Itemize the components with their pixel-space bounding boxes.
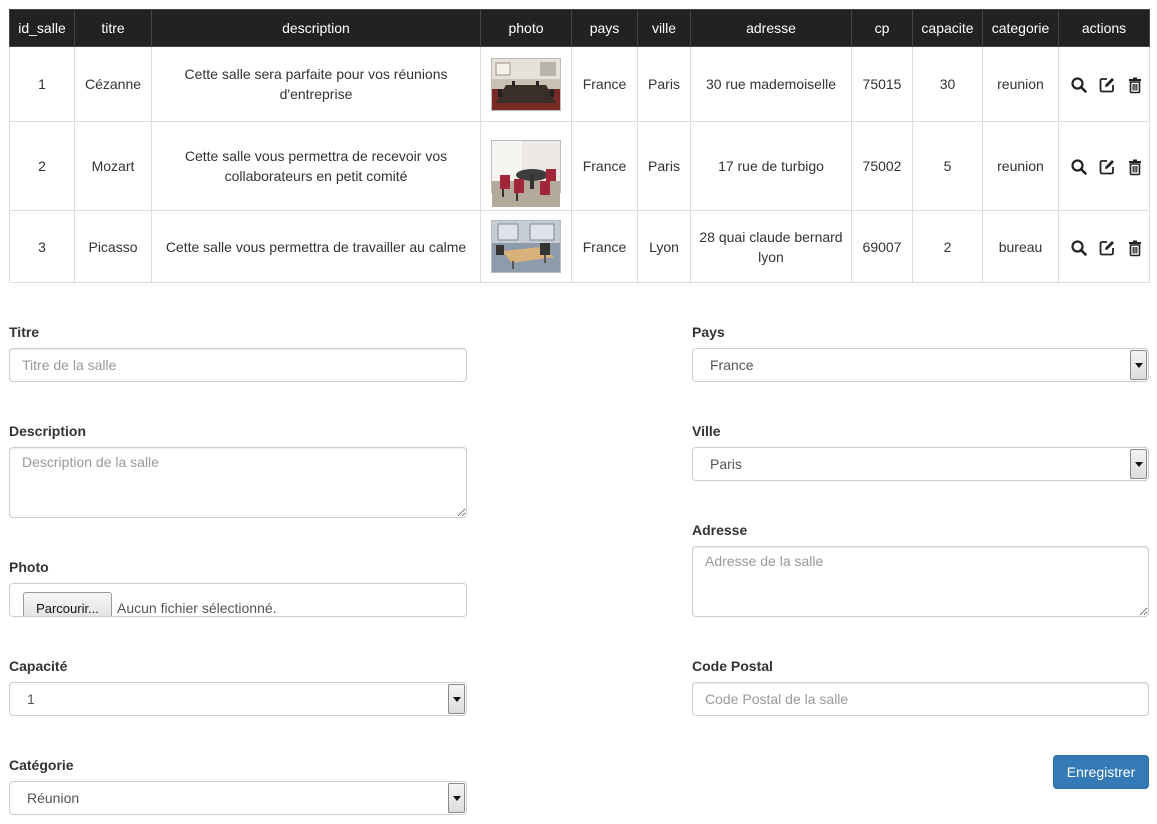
col-header-titre: titre [74, 9, 152, 47]
cell-ville: Paris [637, 121, 691, 211]
edit-icon[interactable] [1098, 239, 1116, 257]
cell-ville: Paris [637, 46, 691, 122]
table-row: 1 Cézanne Cette salle sera parfaite pour… [9, 46, 1150, 122]
cell-cp: 69007 [851, 210, 913, 283]
chevron-down-icon[interactable] [448, 684, 465, 714]
categorie-select-value: Réunion [27, 790, 80, 806]
chevron-down-icon[interactable] [1130, 350, 1147, 380]
cell-actions [1058, 210, 1150, 283]
cell-cp: 75015 [851, 46, 913, 122]
cell-capacite: 30 [912, 46, 983, 122]
file-name-text: Aucun fichier sélectionné. [117, 600, 277, 616]
categorie-label: Catégorie [9, 757, 74, 773]
capacite-field-group: Capacité 1 [9, 658, 467, 716]
photo-file-input: Parcourir... Aucun fichier sélectionné. [9, 583, 467, 617]
cell-photo [480, 210, 572, 283]
cell-photo [480, 121, 572, 211]
capacite-select[interactable]: 1 [9, 682, 467, 716]
description-field-group: Description [9, 423, 467, 521]
categorie-select[interactable]: Réunion [9, 781, 467, 815]
cell-categorie: bureau [982, 210, 1059, 283]
col-header-ville: ville [637, 9, 691, 47]
col-header-description: description [151, 9, 481, 47]
search-icon[interactable] [1070, 239, 1088, 257]
cell-titre: Mozart [74, 121, 152, 211]
cell-cp: 75002 [851, 121, 913, 211]
cell-ville: Lyon [637, 210, 691, 283]
search-icon[interactable] [1070, 76, 1088, 94]
table-row: 3 Picasso Cette salle vous permettra de … [9, 210, 1150, 283]
cell-pays: France [571, 46, 638, 122]
cell-capacite: 5 [912, 121, 983, 211]
cell-id-salle: 1 [9, 46, 75, 122]
trash-icon[interactable] [1126, 76, 1144, 94]
col-header-pays: pays [571, 9, 638, 47]
cp-field-group: Code Postal [692, 658, 1149, 716]
cell-id-salle: 2 [9, 121, 75, 211]
ville-label: Ville [692, 423, 721, 439]
adresse-field-group: Adresse [692, 522, 1149, 620]
ville-select-value: Paris [710, 456, 742, 472]
col-header-cp: cp [851, 9, 913, 47]
search-icon[interactable] [1070, 158, 1088, 176]
photo-field-group: Photo Parcourir... Aucun fichier sélecti… [9, 559, 467, 617]
cell-actions [1058, 46, 1150, 122]
cell-pays: France [571, 210, 638, 283]
col-header-photo: photo [480, 9, 572, 47]
cell-description: Cette salle vous permettra de recevoir v… [151, 121, 481, 211]
cp-input[interactable] [692, 682, 1149, 716]
meeting-room-photo [491, 57, 561, 111]
cell-categorie: reunion [982, 121, 1059, 211]
titre-field-group: Titre [9, 324, 467, 382]
cell-photo [480, 46, 572, 122]
chevron-down-icon[interactable] [1130, 449, 1147, 479]
capacite-label: Capacité [9, 658, 68, 674]
cell-description: Cette salle vous permettra de travailler… [151, 210, 481, 283]
col-header-categorie: categorie [982, 9, 1059, 47]
browse-button[interactable]: Parcourir... [23, 592, 112, 616]
titre-input[interactable] [9, 348, 467, 382]
cell-titre: Picasso [74, 210, 152, 283]
col-header-actions: actions [1058, 9, 1150, 47]
pays-select-value: France [710, 357, 754, 373]
cell-id-salle: 3 [9, 210, 75, 283]
cell-capacite: 2 [912, 210, 983, 283]
trash-icon[interactable] [1126, 239, 1144, 257]
col-header-id-salle: id_salle [9, 9, 75, 47]
description-textarea[interactable] [9, 447, 467, 518]
save-button[interactable]: Enregistrer [1053, 755, 1149, 789]
edit-icon[interactable] [1098, 76, 1116, 94]
cell-pays: France [571, 121, 638, 211]
col-header-capacite: capacite [912, 9, 983, 47]
pays-label: Pays [692, 324, 725, 340]
small-meeting-room-photo [491, 139, 561, 207]
cell-adresse: 28 quai claude bernard lyon [690, 210, 852, 283]
titre-label: Titre [9, 324, 40, 340]
pays-field-group: Pays France [692, 324, 1149, 382]
cell-adresse: 30 rue mademoiselle [690, 46, 852, 122]
table-header-row: id_salle titre description photo pays vi… [9, 9, 1150, 47]
pays-select[interactable]: France [692, 348, 1149, 382]
description-label: Description [9, 423, 87, 439]
cell-adresse: 17 rue de turbigo [690, 121, 852, 211]
table-row: 2 Mozart Cette salle vous permettra de r… [9, 121, 1150, 211]
chevron-down-icon[interactable] [448, 783, 465, 813]
col-header-adresse: adresse [690, 9, 852, 47]
cp-label: Code Postal [692, 658, 773, 674]
office-room-photo [491, 220, 561, 273]
adresse-label: Adresse [692, 522, 748, 538]
cell-titre: Cézanne [74, 46, 152, 122]
cell-description: Cette salle sera parfaite pour vos réuni… [151, 46, 481, 122]
cell-actions [1058, 121, 1150, 211]
trash-icon[interactable] [1126, 158, 1144, 176]
ville-select[interactable]: Paris [692, 447, 1149, 481]
categorie-field-group: Catégorie Réunion [9, 757, 467, 815]
capacite-select-value: 1 [27, 691, 35, 707]
adresse-textarea[interactable] [692, 546, 1149, 617]
cell-categorie: reunion [982, 46, 1059, 122]
ville-field-group: Ville Paris [692, 423, 1149, 481]
photo-label: Photo [9, 559, 49, 575]
salles-table: id_salle titre description photo pays vi… [9, 9, 1150, 283]
edit-icon[interactable] [1098, 158, 1116, 176]
